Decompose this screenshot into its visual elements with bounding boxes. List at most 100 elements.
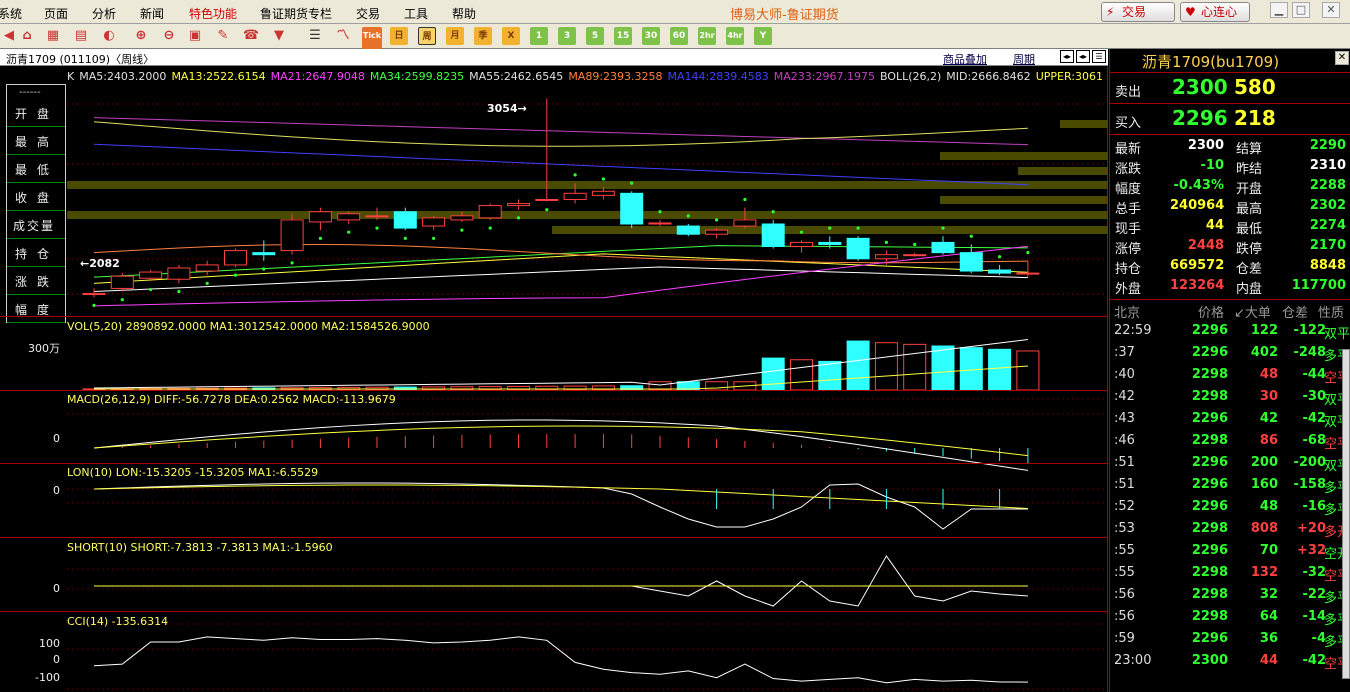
short-title: SHORT(10) SHORT:-7.3813 -7.3813 MA1:-1.5… [67,541,333,554]
tick-cell: 23:00 [1114,653,1152,668]
vol-ylabel: 300万 [28,342,60,355]
tick-cell: 2296 [1191,631,1228,646]
close-button[interactable]: ✕ [1322,2,1340,18]
menu-trade[interactable]: 交易 [356,5,380,22]
tick-cell: 2296 [1191,477,1228,492]
period-30min-button[interactable]: 30 [642,27,660,45]
sar-dot [488,226,492,230]
tick-cell: 32 [1259,587,1278,602]
period-5min-button[interactable]: 5 [586,27,604,45]
back-icon[interactable]: ◀ [0,27,18,45]
sar-dot [149,287,153,292]
menu-page[interactable]: 页面 [44,5,68,22]
info-position: 持仓 [7,239,65,267]
candle-body [648,222,672,225]
tick-cell: 2296 [1191,499,1228,514]
tick-row: :51 2296 160 -158 多平 [1110,474,1350,496]
candle-body [422,217,446,227]
period-2hr-button[interactable]: 2hr [698,27,716,45]
period-week-button[interactable]: 周 [418,27,436,45]
sar-dot [545,208,549,212]
period-day-button[interactable]: 日 [390,27,408,45]
period-1min-button[interactable]: 1 [530,27,548,45]
macd-ylabel: 0 [53,432,60,445]
toggle-icon[interactable]: ◐ [100,27,118,45]
menu-luzheng-column[interactable]: 鲁证期货专栏 [260,5,332,22]
tick-cell: 132 [1250,565,1278,580]
menu-bar: 系统 页面 分析 新闻 特色功能 鲁证期货专栏 交易 工具 帮助 博易大师-鲁证… [0,0,1350,24]
chart-line-icon[interactable]: 〽 [334,27,352,45]
grid-icon[interactable]: ▦ [44,27,62,45]
period-15min-button[interactable]: 15 [614,27,632,45]
tick-cell: :51 [1114,455,1135,470]
quote-row: 外盘 123264 内盘 117700 [1110,276,1350,297]
zoom-out-icon[interactable]: ⊖ [160,27,178,45]
quote-row: 涨跌 -10 昨结 2310 [1110,156,1350,177]
menu-tools[interactable]: 工具 [404,5,428,22]
menu-system[interactable]: 系统 [0,5,22,22]
sar-dot [460,228,464,232]
zoom-in-icon[interactable]: ⊕ [132,27,150,45]
sar-dot [262,267,266,271]
tick-button[interactable]: Tick [362,27,382,49]
period-x-button[interactable]: X [502,27,520,45]
separator [0,463,1108,464]
window-icon[interactable]: ▣ [186,27,204,45]
connect-button-label: 心连心 [1201,5,1238,19]
lon-title: LON(10) LON:-15.3205 -15.3205 MA1:-6.552… [67,466,319,479]
quote-row: 总手 240964 最高 2302 [1110,196,1350,217]
quote-cell: 持仓 [1115,262,1142,277]
sar-dot [658,210,662,214]
separator [0,390,1108,391]
filter-icon[interactable]: ▼ [270,27,288,45]
tick-scrollbar[interactable] [1342,349,1350,679]
chart-area[interactable]: 沥青1709 (011109)〈周线〉 商品叠加 周期 ◂▸ ◂▸ ☰ K MA5… [0,49,1108,692]
quote-cell: 2274 [1309,218,1346,233]
sar-dot [120,298,124,302]
short-line [94,555,1028,607]
menu-special[interactable]: 特色功能 [189,5,237,22]
macd-dea-line [93,425,1028,457]
alert-icon[interactable]: ☎ [242,27,260,45]
film-icon[interactable]: ▤ [72,27,90,45]
quote-row: 最新 2300 结算 2290 [1110,136,1350,157]
candle-body [903,254,927,257]
home-icon[interactable]: ⌂ [18,27,36,45]
trade-button[interactable]: ⚡ 交易 [1101,2,1175,22]
draw-icon[interactable]: ✎ [214,27,232,45]
tick-cell: 2298 [1191,521,1228,536]
period-quarter-button[interactable]: 季 [474,27,492,45]
quote-cell: 44 [1205,218,1224,233]
candle-body [988,269,1012,274]
menu-help[interactable]: 帮助 [452,5,476,22]
period-4hr-button[interactable]: 4hr [726,27,744,45]
close-quote-icon[interactable]: ✕ [1335,51,1349,65]
period-year-button[interactable]: Y [754,27,772,45]
period-60min-button[interactable]: 60 [670,27,688,45]
info-pct: 幅度 [7,295,65,323]
menu-news[interactable]: 新闻 [140,5,164,22]
candle-body [507,203,530,207]
tick-header-type: 性质 [1318,306,1345,321]
candle-body [790,241,813,247]
macd-title: MACD(26,12,9) DIFF:-56.7278 DEA:0.2562 M… [67,393,396,406]
candle-body [733,219,757,227]
volume-bar [988,348,1012,391]
volume-bar [874,342,898,391]
quote-cell: 幅度 [1115,182,1142,197]
quote-row: 持仓 669572 仓差 8848 [1110,256,1350,277]
connect-button[interactable]: ♥ 心连心 [1180,2,1250,22]
tick-cell: :59 [1114,631,1135,646]
quote-cell: 最新 [1115,142,1142,157]
tick-cell: :46 [1114,433,1135,448]
bid-row: 买入 2296 218 [1110,104,1350,135]
period-3min-button[interactable]: 3 [558,27,576,45]
table-icon[interactable]: ☰ [306,27,324,45]
candle-body [705,229,729,235]
candle-body [846,237,870,260]
period-month-button[interactable]: 月 [446,27,464,45]
maximize-button[interactable]: □ [1292,2,1310,18]
minimize-button[interactable]: ▁ [1270,2,1288,18]
quote-cell: 开盘 [1236,182,1263,197]
menu-analysis[interactable]: 分析 [92,5,116,22]
